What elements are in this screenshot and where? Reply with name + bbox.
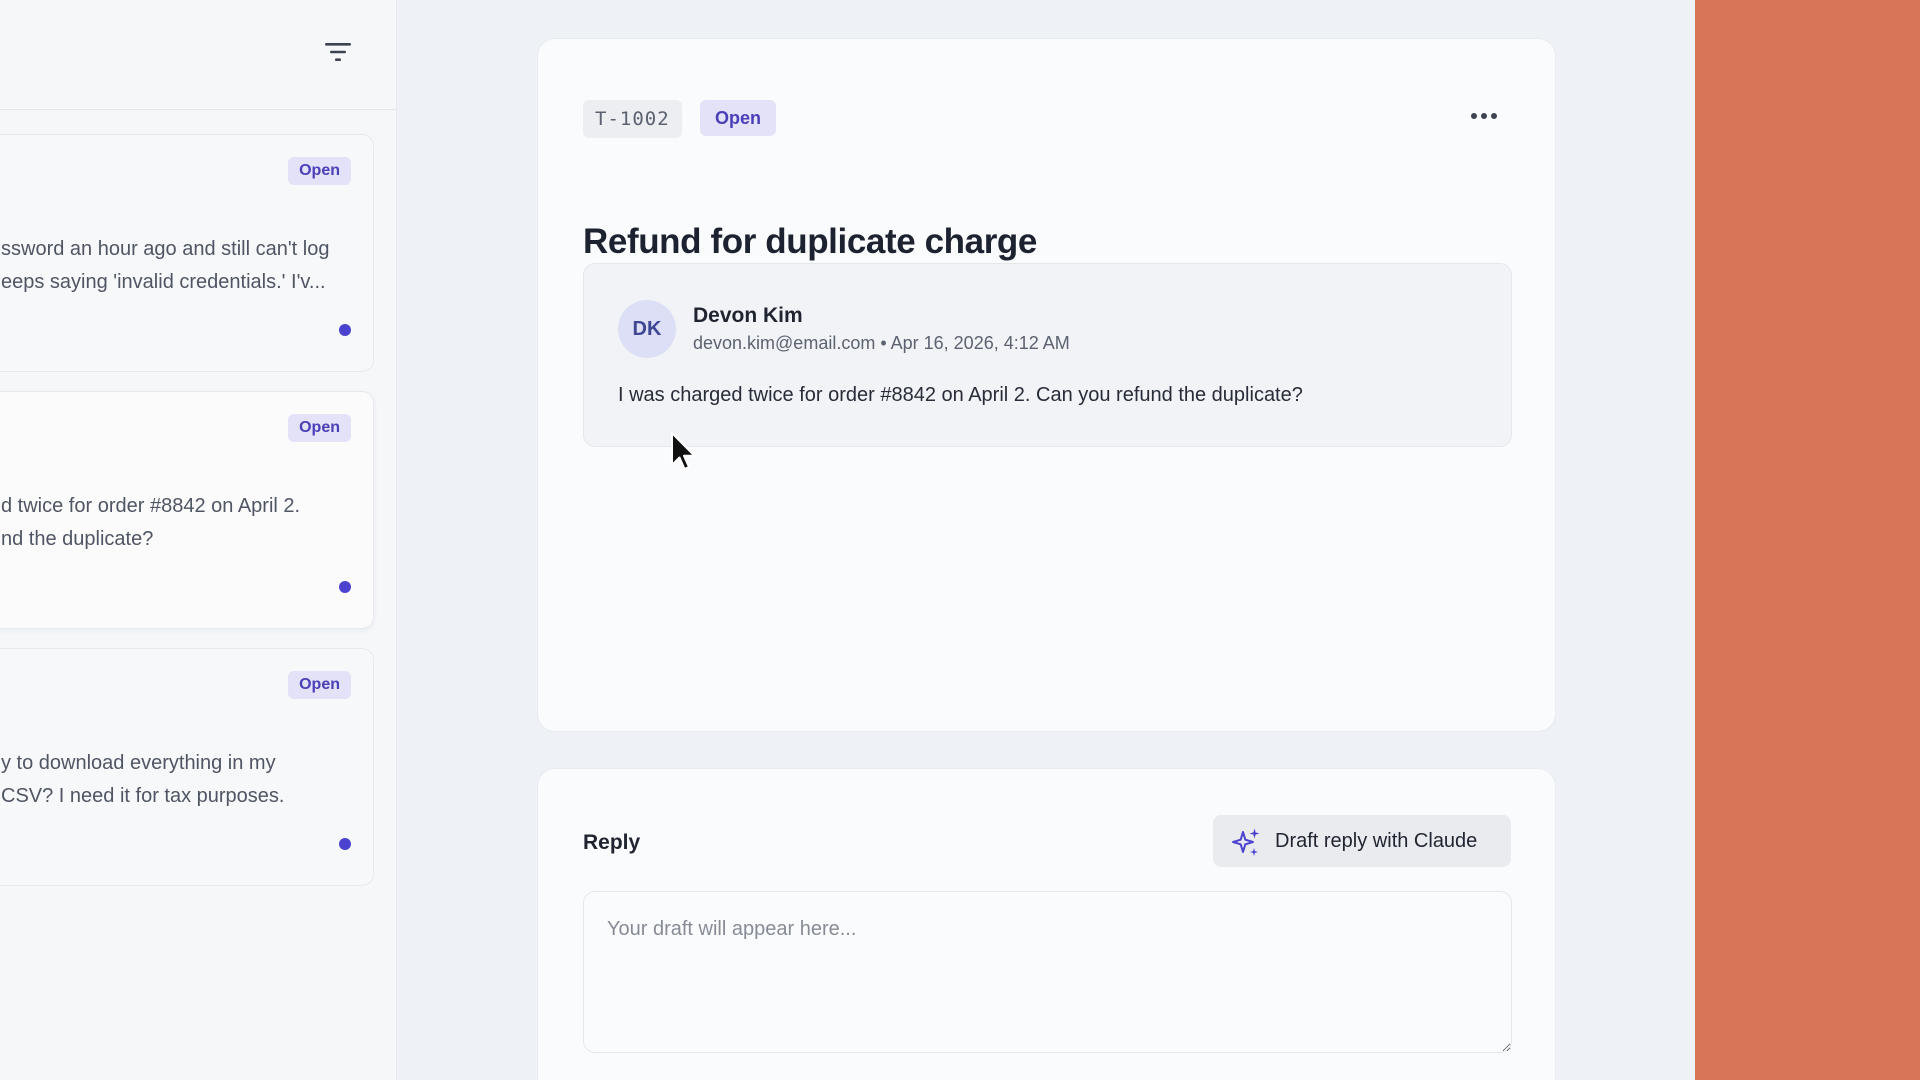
filter-icon[interactable] <box>322 40 354 64</box>
accent-side-panel <box>1695 0 1920 1080</box>
snippet-line: nd the duplicate? <box>1 528 154 550</box>
status-badge: Open <box>288 157 351 185</box>
ticket-list-header <box>0 0 396 110</box>
snippet-line: y to download everything in my <box>1 752 276 774</box>
sender-name: Devon Kim <box>693 304 803 327</box>
ticket-snippet: y to download everything in my CSV? I ne… <box>0 747 339 813</box>
draft-reply-label: Draft reply with Claude <box>1275 830 1478 852</box>
snippet-line: ssword an hour ago and still can't log <box>1 238 330 260</box>
ticket-card-3[interactable]: Open y to download everything in my CSV?… <box>0 648 374 886</box>
ticket-title: Refund for duplicate charge <box>583 222 1037 261</box>
unread-dot <box>339 581 351 593</box>
message-body: I was charged twice for order #8842 on A… <box>618 384 1303 406</box>
status-badge: Open <box>288 671 351 699</box>
ticket-snippet: d twice for order #8842 on April 2. nd t… <box>0 490 339 556</box>
snippet-line: eeps saying 'invalid credentials.' I'v..… <box>1 271 326 293</box>
sender-meta: devon.kim@email.com • Apr 16, 2026, 4:12… <box>693 333 1070 353</box>
snippet-line: CSV? I need it for tax purposes. <box>1 785 285 807</box>
customer-message: DK Devon Kim devon.kim@email.com • Apr 1… <box>583 263 1512 447</box>
more-horizontal-icon <box>1471 113 1497 119</box>
reply-heading: Reply <box>583 831 641 854</box>
draft-reply-textarea[interactable] <box>583 891 1512 1053</box>
avatar: DK <box>618 300 676 358</box>
ticket-list-panel: Open ssword an hour ago and still can't … <box>0 0 397 1080</box>
draft-reply-button[interactable]: Draft reply with Claude <box>1213 815 1511 867</box>
status-badge: Open <box>288 414 351 442</box>
snippet-line: d twice for order #8842 on April 2. <box>1 495 301 517</box>
ticket-card-2[interactable]: Open d twice for order #8842 on April 2.… <box>0 391 374 629</box>
status-badge: Open <box>700 100 777 136</box>
ticket-id: T-1002 <box>583 100 682 138</box>
sparkle-icon <box>1232 828 1260 856</box>
more-options-button[interactable] <box>1463 99 1505 133</box>
unread-dot <box>339 838 351 850</box>
reply-card: Reply Draft reply with Claude <box>537 768 1556 1080</box>
ticket-card-1[interactable]: Open ssword an hour ago and still can't … <box>0 134 374 372</box>
unread-dot <box>339 324 351 336</box>
ticket-detail-card: T-1002 Open Refund for duplicate charge … <box>537 38 1556 732</box>
ticket-snippet: ssword an hour ago and still can't log e… <box>0 233 339 299</box>
